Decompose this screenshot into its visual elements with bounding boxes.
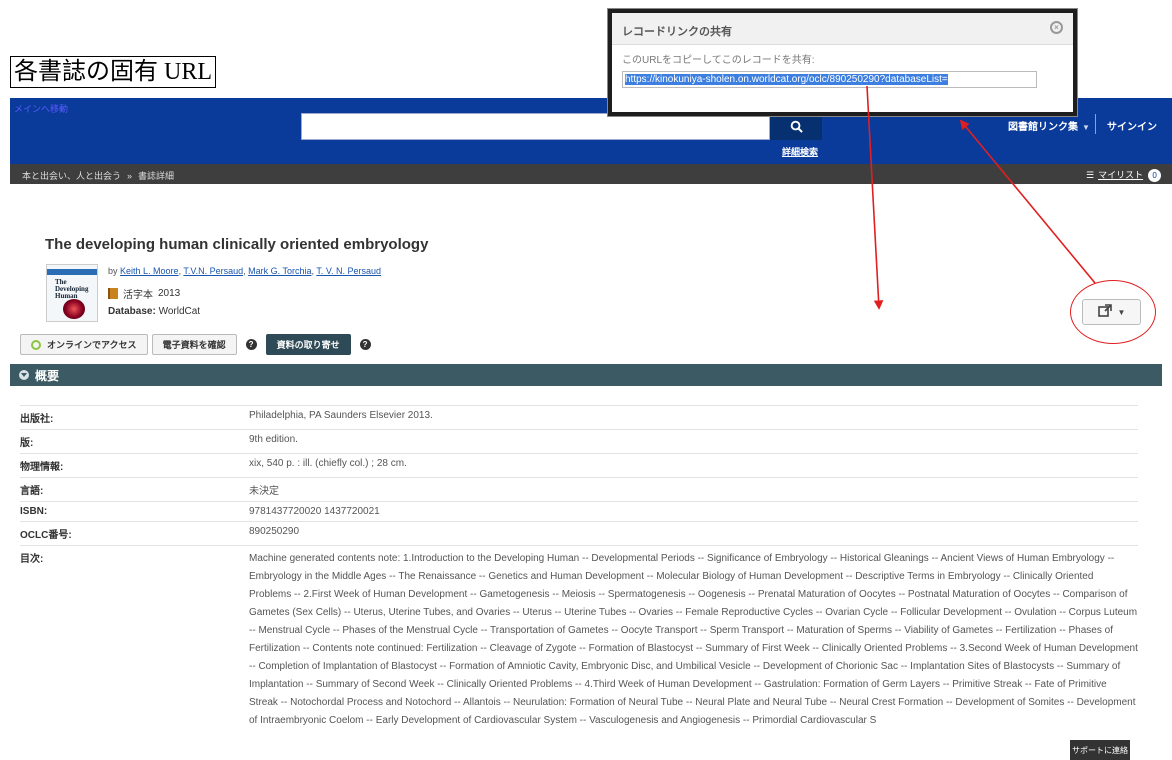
book-icon — [108, 288, 118, 299]
list-icon: ☰ — [1086, 170, 1095, 180]
search-button[interactable] — [770, 113, 822, 140]
breadcrumb-separator: » — [127, 171, 133, 181]
breadcrumb-current: 書誌詳細 — [138, 171, 175, 181]
dialog-title: レコードリンクの共有 — [622, 26, 732, 38]
detail-value: 890250290 — [249, 526, 300, 537]
online-status-icon — [31, 339, 41, 350]
detail-value: 9781437720020 1437720021 — [249, 506, 380, 517]
dialog-instruction: このURLをコピーしてこのレコードを共有: — [622, 55, 815, 66]
help-icon[interactable]: ? — [245, 339, 257, 350]
cover-title: The Developing Human — [55, 278, 89, 300]
author-link[interactable]: T. V. N. Persaud — [316, 266, 381, 276]
table-row: ISBN: 9781437720020 1437720021 — [20, 501, 1138, 521]
details-table: 出版社: Philadelphia, PA Saunders Elsevier 2… — [20, 405, 1138, 734]
cover-band — [47, 269, 97, 275]
detail-key: OCLC番号: — [20, 530, 72, 541]
table-row: 物理情報: xix, 540 p. : ill. (chiefly col.) ;… — [20, 453, 1138, 477]
record-title: The developing human clinically oriented… — [45, 236, 429, 253]
table-row: 目次: Machine generated contents note: 1.In… — [20, 545, 1138, 734]
detail-value: 未決定 — [249, 486, 279, 497]
detail-key: ISBN: — [20, 506, 48, 517]
request-item-label: 資料の取り寄せ — [276, 340, 340, 350]
summary-section-toggle[interactable]: 概要 — [10, 364, 1162, 386]
library-links-menu[interactable]: 図書館リンク集 ▼ — [1008, 118, 1090, 133]
record-format: 活字本 2013 — [108, 286, 180, 301]
database-value: WorldCat — [158, 306, 201, 317]
skip-link[interactable]: メインへ移動 — [14, 102, 68, 115]
book-cover[interactable]: The Developing Human — [46, 264, 98, 322]
detail-key: 版: — [20, 438, 34, 449]
author-link[interactable]: Keith L. Moore — [120, 266, 179, 276]
table-row: OCLC番号: 890250290 — [20, 521, 1138, 545]
breadcrumb-bar: 本と出会い、人と出会う » 書誌詳細 ☰ マイリスト 0 — [10, 164, 1172, 184]
check-eresources-label: 電子資料を確認 — [162, 340, 226, 350]
table-row: 版: 9th edition. — [20, 429, 1138, 453]
format-year: 2013 — [158, 288, 181, 299]
record-authors: by Keith L. Moore, T.V.N. Persaud, Mark … — [108, 266, 382, 276]
record-url-field[interactable]: https://kinokuniya-sholen.on.worldcat.or… — [622, 71, 1037, 88]
library-links-label: 図書館リンク集 — [1008, 122, 1078, 133]
request-item-button[interactable]: 資料の取り寄せ — [265, 334, 351, 355]
search-input[interactable] — [301, 113, 770, 140]
table-row: 出版社: Philadelphia, PA Saunders Elsevier 2… — [20, 405, 1138, 429]
online-access-button[interactable]: オンラインでアクセス — [20, 334, 148, 355]
search-icon — [790, 120, 803, 133]
detail-value: 9th edition. — [249, 434, 298, 445]
share-link-dialog: レコードリンクの共有 × このURLをコピーしてこのレコードを共有: https… — [608, 9, 1077, 116]
online-access-label: オンラインでアクセス — [47, 340, 137, 350]
format-label: 活字本 — [123, 290, 153, 301]
page-caption: 各書誌の固有 URL — [10, 56, 216, 88]
help-icon[interactable]: ? — [359, 339, 371, 350]
chevron-down-icon: ▼ — [1082, 123, 1090, 132]
section-title: 概要 — [35, 368, 60, 383]
nav-divider — [1095, 114, 1096, 134]
author-link[interactable]: T.V.N. Persaud — [183, 266, 243, 276]
detail-value: xix, 540 p. : ill. (chiefly col.) ; 28 c… — [249, 458, 407, 469]
detail-key: 言語: — [20, 486, 44, 497]
advanced-search-link[interactable]: 詳細検索 — [782, 145, 818, 158]
dialog-header: レコードリンクの共有 × — [612, 13, 1073, 45]
check-eresources-button[interactable]: 電子資料を確認 — [151, 334, 237, 355]
record-url-selected: https://kinokuniya-sholen.on.worldcat.or… — [625, 74, 948, 85]
detail-key: 物理情報: — [20, 462, 64, 473]
close-icon[interactable]: × — [1050, 21, 1063, 34]
detail-value: Philadelphia, PA Saunders Elsevier 2013. — [249, 410, 433, 421]
detail-key: 目次: — [20, 554, 44, 565]
author-link[interactable]: Mark G. Torchia — [248, 266, 311, 276]
cover-embryo-image — [63, 299, 85, 319]
annotation-circle — [1070, 280, 1156, 344]
breadcrumb-home[interactable]: 本と出会い、人と出会う — [22, 171, 121, 181]
collapse-icon — [19, 370, 29, 380]
breadcrumb: 本と出会い、人と出会う » 書誌詳細 — [22, 169, 174, 182]
dialog-body: このURLをコピーしてこのレコードを共有: https://kinokuniya… — [612, 45, 1073, 94]
signin-link[interactable]: サインイン — [1107, 118, 1157, 133]
mylist-label: マイリスト — [1098, 170, 1144, 180]
mylist-link[interactable]: ☰ マイリスト 0 — [1086, 168, 1162, 182]
support-contact-button[interactable]: サポートに連絡 — [1070, 740, 1130, 760]
table-row: 言語: 未決定 — [20, 477, 1138, 501]
detail-key: 出版社: — [20, 414, 54, 425]
detail-value: Machine generated contents note: 1.Intro… — [249, 553, 1138, 726]
record-database: Database: WorldCat — [108, 306, 200, 317]
database-label: Database: — [108, 306, 156, 317]
action-buttons: オンラインでアクセス 電子資料を確認 ? 資料の取り寄せ ? — [20, 334, 376, 355]
authors-by: by — [108, 266, 118, 276]
mylist-count-badge: 0 — [1148, 169, 1162, 182]
